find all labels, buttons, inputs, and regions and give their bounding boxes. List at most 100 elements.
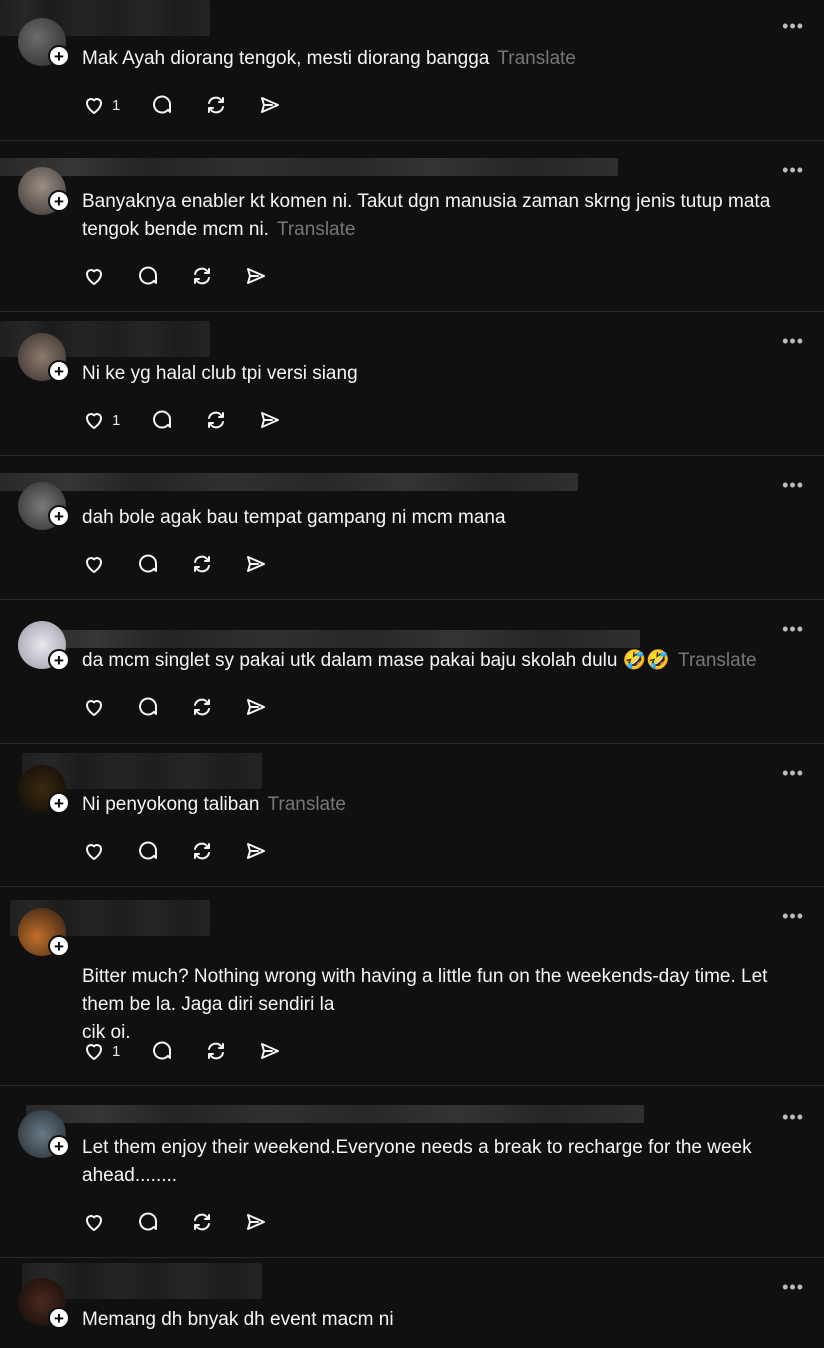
follow-plus-icon[interactable]: +: [48, 935, 70, 957]
more-options-icon[interactable]: •••: [782, 763, 804, 784]
redacted-header: [0, 158, 618, 176]
repost-button[interactable]: [190, 1210, 214, 1234]
follow-plus-icon[interactable]: +: [48, 1307, 70, 1329]
more-options-icon[interactable]: •••: [782, 16, 804, 37]
action-bar: 1: [82, 1037, 312, 1065]
like-count: 1: [112, 411, 121, 429]
comment-body: dah bole agak bau tempat gampang ni mcm …: [82, 507, 506, 528]
follow-plus-icon[interactable]: +: [48, 792, 70, 814]
like-button[interactable]: 1: [82, 93, 120, 117]
like-button[interactable]: [82, 264, 106, 288]
more-options-icon[interactable]: •••: [782, 1107, 804, 1128]
send-icon: [247, 556, 265, 572]
comment-body: Memang dh bnyak dh event macm ni: [82, 1309, 394, 1330]
comment-body: Bitter much? Nothing wrong with having a…: [82, 966, 768, 1043]
follow-plus-icon[interactable]: +: [48, 360, 70, 382]
share-button[interactable]: [244, 695, 268, 719]
share-button[interactable]: [244, 264, 268, 288]
action-bar: [82, 550, 298, 578]
reply-bubble-icon: [153, 1041, 172, 1060]
repost-icon: [194, 267, 210, 285]
share-button[interactable]: [244, 839, 268, 863]
more-options-icon[interactable]: •••: [782, 1277, 804, 1298]
like-button[interactable]: [82, 695, 106, 719]
action-bar: [82, 262, 298, 290]
share-button[interactable]: [258, 1039, 282, 1063]
comment-text: Ni penyokong taliban Translate: [82, 791, 800, 819]
repost-button[interactable]: [190, 552, 214, 576]
comment-item: + ••• Bitter much? Nothing wrong with ha…: [0, 886, 824, 1086]
more-options-icon[interactable]: •••: [782, 619, 804, 640]
reply-button[interactable]: [136, 1210, 160, 1234]
translate-link[interactable]: Translate: [277, 219, 356, 240]
comment-text: da mcm singlet sy pakai utk dalam mase p…: [82, 647, 800, 675]
comment-item: + ••• Ni ke yg halal club tpi versi sian…: [0, 311, 824, 456]
comment-body: Banyaknya enabler kt komen ni. Takut dgn…: [82, 191, 771, 240]
translate-link[interactable]: Translate: [267, 794, 346, 815]
reply-bubble-icon: [139, 266, 158, 285]
comment-text: Let them enjoy their weekend.Everyone ne…: [82, 1134, 800, 1190]
comment-text: dah bole agak bau tempat gampang ni mcm …: [82, 504, 800, 532]
comment-text: Ni ke yg halal club tpi versi siang: [82, 360, 800, 388]
share-button[interactable]: [258, 408, 282, 432]
like-button[interactable]: 1: [82, 1039, 120, 1063]
more-options-icon[interactable]: •••: [782, 160, 804, 181]
like-button[interactable]: [82, 552, 106, 576]
follow-plus-icon[interactable]: +: [48, 45, 70, 67]
repost-icon: [194, 842, 210, 860]
comment-body: Let them enjoy their weekend.Everyone ne…: [82, 1137, 752, 1186]
reply-bubble-icon: [139, 697, 158, 716]
repost-button[interactable]: [190, 695, 214, 719]
action-bar: [82, 837, 298, 865]
like-button[interactable]: [82, 1210, 106, 1234]
comment-text: Bitter much? Nothing wrong with having a…: [82, 935, 800, 1047]
heart-icon: [86, 1044, 102, 1060]
reply-bubble-icon: [153, 95, 172, 114]
reply-button[interactable]: [136, 839, 160, 863]
more-options-icon[interactable]: •••: [782, 906, 804, 927]
repost-icon: [208, 96, 225, 114]
reply-button[interactable]: [150, 93, 174, 117]
heart-icon: [86, 557, 102, 573]
repost-button[interactable]: [190, 264, 214, 288]
follow-plus-icon[interactable]: +: [48, 505, 70, 527]
send-icon: [247, 843, 265, 859]
comment-item: + ••• da mcm singlet sy pakai utk dalam …: [0, 599, 824, 744]
comment-item: + ••• Let them enjoy their weekend.Every…: [0, 1085, 824, 1258]
reply-button[interactable]: [136, 695, 160, 719]
follow-plus-icon[interactable]: +: [48, 649, 70, 671]
action-bar: 1: [82, 406, 312, 434]
reply-button[interactable]: [150, 408, 174, 432]
more-options-icon[interactable]: •••: [782, 331, 804, 352]
like-button[interactable]: [82, 839, 106, 863]
follow-plus-icon[interactable]: +: [48, 1135, 70, 1157]
send-icon: [261, 1043, 280, 1059]
like-count: 1: [112, 96, 121, 114]
repost-button[interactable]: [204, 408, 228, 432]
comment-item: + ••• Banyaknya enabler kt komen ni. Tak…: [0, 140, 824, 312]
send-icon: [247, 268, 265, 284]
share-button[interactable]: [244, 1210, 268, 1234]
share-button[interactable]: [258, 93, 282, 117]
repost-icon: [194, 698, 210, 716]
translate-link[interactable]: Translate: [497, 48, 576, 69]
repost-icon: [194, 1213, 210, 1231]
repost-button[interactable]: [204, 93, 228, 117]
send-icon: [247, 699, 265, 715]
comment-body: da mcm singlet sy pakai utk dalam mase p…: [82, 650, 671, 671]
follow-plus-icon[interactable]: +: [48, 190, 70, 212]
comment-item: + ••• Ni penyokong taliban Translate: [0, 743, 824, 887]
share-button[interactable]: [244, 552, 268, 576]
comment-body: Mak Ayah diorang tengok, mesti diorang b…: [82, 48, 490, 69]
comment-item: + ••• dah bole agak bau tempat gampang n…: [0, 455, 824, 600]
more-options-icon[interactable]: •••: [782, 475, 804, 496]
translate-link[interactable]: Translate: [678, 650, 757, 671]
repost-button[interactable]: [204, 1039, 228, 1063]
redacted-header: [0, 473, 578, 491]
reply-button[interactable]: [136, 552, 160, 576]
repost-button[interactable]: [190, 839, 214, 863]
reply-button[interactable]: [150, 1039, 174, 1063]
like-button[interactable]: 1: [82, 408, 120, 432]
like-count: 1: [112, 1042, 121, 1060]
reply-button[interactable]: [136, 264, 160, 288]
